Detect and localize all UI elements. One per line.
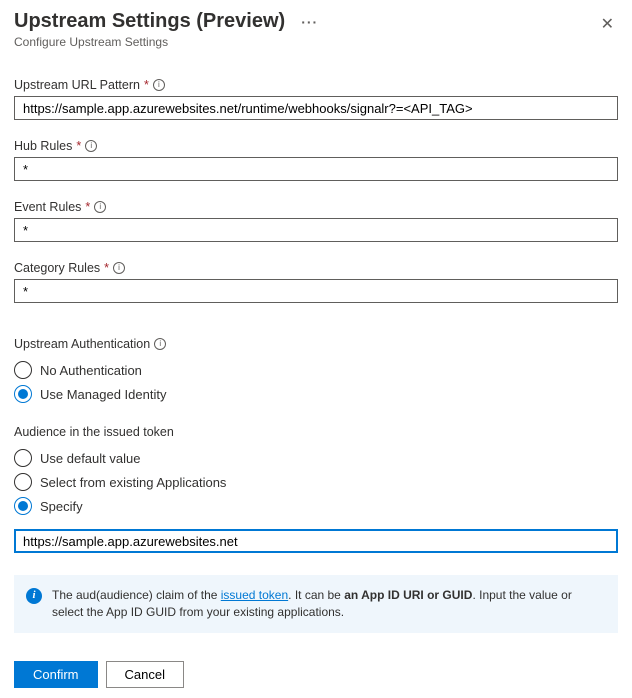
info-icon[interactable]: i xyxy=(94,201,106,213)
confirm-button[interactable]: Confirm xyxy=(14,661,98,688)
category-rules-input[interactable] xyxy=(14,279,618,303)
radio-icon xyxy=(14,385,32,403)
page-title-text: Upstream Settings (Preview) xyxy=(14,10,285,33)
page-subtitle: Configure Upstream Settings xyxy=(14,35,597,49)
info-text: The aud(audience) claim of the issued to… xyxy=(52,587,604,621)
radio-label: Specify xyxy=(40,499,83,514)
radio-label: Use Managed Identity xyxy=(40,387,166,402)
hub-rules-label: Hub Rules * i xyxy=(14,139,97,153)
radio-icon xyxy=(14,497,32,515)
url-pattern-label: Upstream URL Pattern * i xyxy=(14,78,165,92)
info-icon[interactable]: i xyxy=(153,79,165,91)
radio-icon xyxy=(14,473,32,491)
category-rules-label: Category Rules * i xyxy=(14,261,125,275)
auth-option-managed[interactable]: Use Managed Identity xyxy=(14,385,618,403)
event-rules-label: Event Rules * i xyxy=(14,200,106,214)
auth-radio-group: No Authentication Use Managed Identity xyxy=(14,361,618,403)
radio-label: Select from existing Applications xyxy=(40,475,226,490)
radio-label: No Authentication xyxy=(40,363,142,378)
info-icon[interactable]: i xyxy=(85,140,97,152)
radio-icon xyxy=(14,449,32,467)
cancel-button[interactable]: Cancel xyxy=(106,661,184,688)
url-pattern-input[interactable] xyxy=(14,96,618,120)
issued-token-link[interactable]: issued token xyxy=(221,588,288,602)
info-icon[interactable]: i xyxy=(113,262,125,274)
info-box: i The aud(audience) claim of the issued … xyxy=(14,575,618,633)
info-icon: i xyxy=(26,588,42,604)
close-icon[interactable]: ✕ xyxy=(597,10,618,38)
audience-option-specify[interactable]: Specify xyxy=(14,497,618,515)
audience-label: Audience in the issued token xyxy=(14,425,174,439)
page-title: Upstream Settings (Preview) ··· xyxy=(14,10,318,33)
info-icon[interactable]: i xyxy=(154,338,166,350)
radio-label: Use default value xyxy=(40,451,140,466)
audience-radio-group: Use default value Select from existing A… xyxy=(14,449,618,515)
auth-label: Upstream Authentication i xyxy=(14,337,166,351)
audience-value-input[interactable] xyxy=(14,529,618,553)
event-rules-input[interactable] xyxy=(14,218,618,242)
radio-icon xyxy=(14,361,32,379)
more-icon[interactable]: ··· xyxy=(301,14,318,30)
auth-option-none[interactable]: No Authentication xyxy=(14,361,618,379)
audience-option-default[interactable]: Use default value xyxy=(14,449,618,467)
audience-option-select[interactable]: Select from existing Applications xyxy=(14,473,618,491)
hub-rules-input[interactable] xyxy=(14,157,618,181)
